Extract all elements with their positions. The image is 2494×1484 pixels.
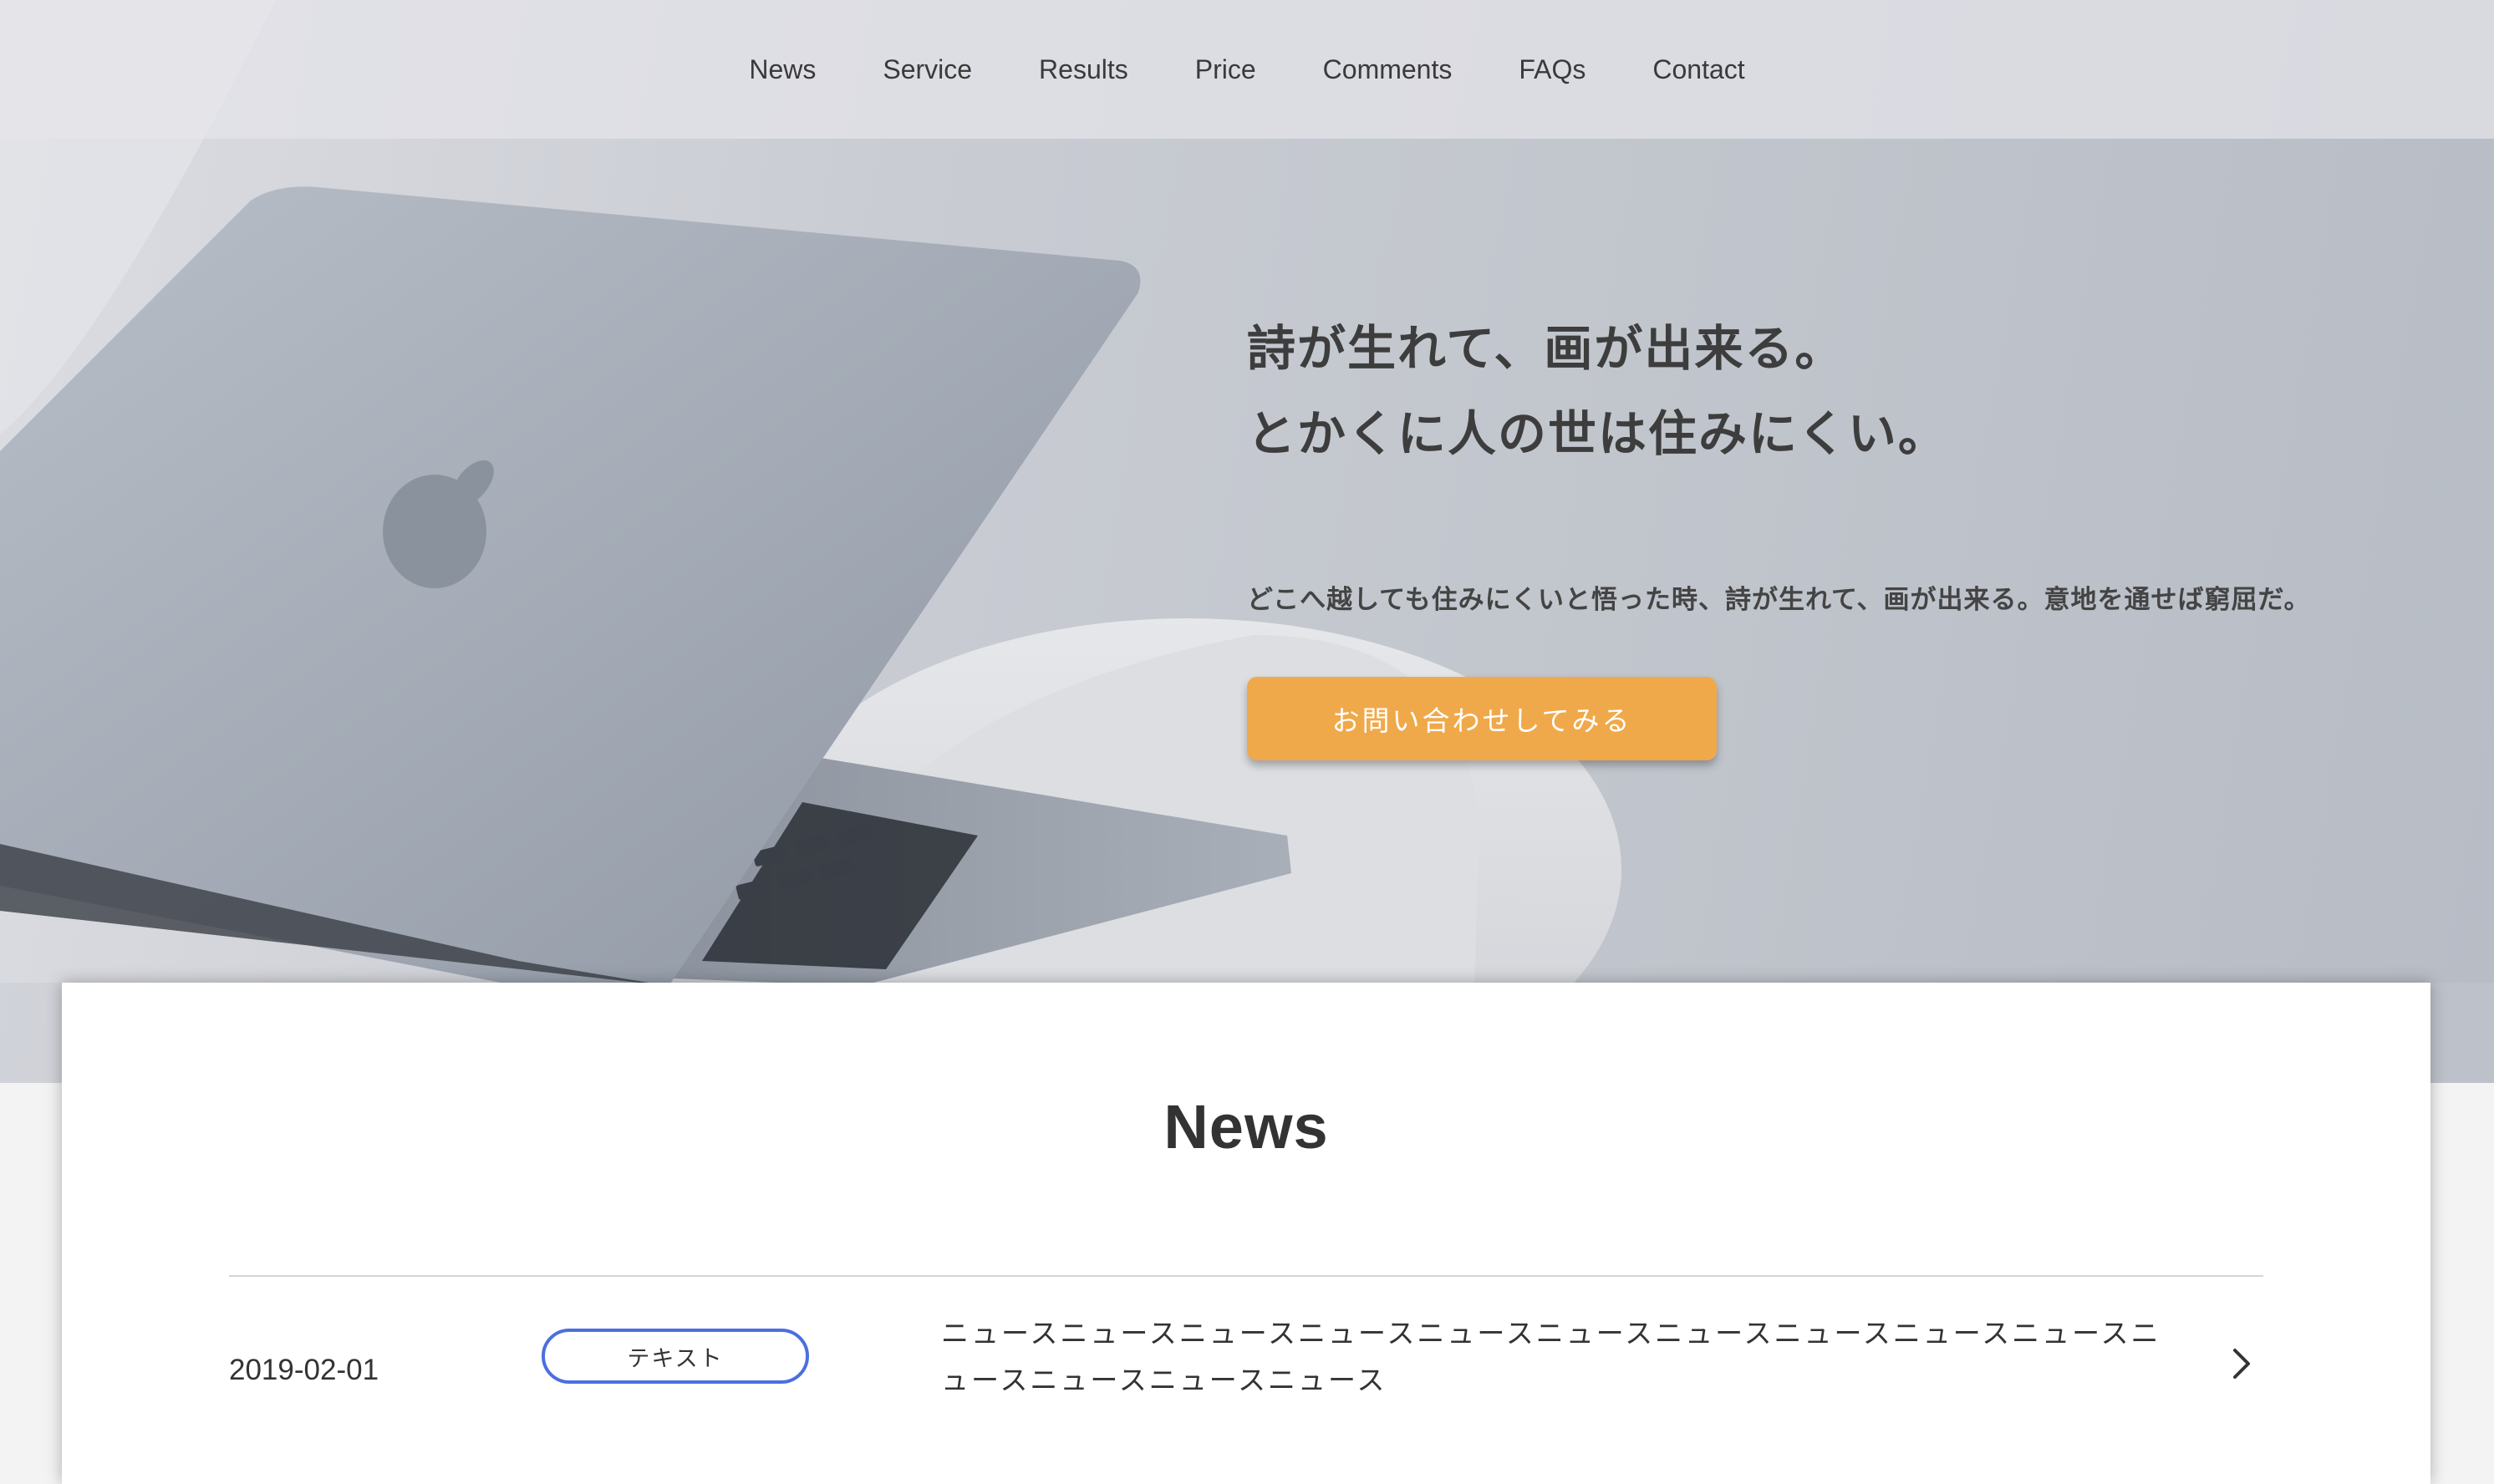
nav-item-price[interactable]: Price [1195, 54, 1256, 85]
nav-item-faqs[interactable]: FAQs [1519, 54, 1585, 85]
news-item[interactable]: 2019-02-01 テキスト ニュースニュースニュースニュースニュースニュース… [229, 1277, 2263, 1424]
nav-item-service[interactable]: Service [883, 54, 972, 85]
hero-title-line1: 詩が生れて、画が出来る。 [1247, 320, 1845, 377]
hero-lead: どこへ越しても住みにくいと悟った時、詩が生れて、画が出来る。意地を通せば窮屈だ。 [1247, 585, 2311, 615]
hero-title-line2: とかくに人の世は住みにくい。 [1247, 405, 1948, 462]
news-tag: テキスト [542, 1329, 809, 1384]
hero-title: 詩が生れて、画が出来る。 とかくに人の世は住みにくい。 [1247, 306, 2400, 476]
chevron-right-icon[interactable] [2223, 1345, 2260, 1382]
nav-item-news[interactable]: News [749, 54, 816, 85]
nav-item-contact[interactable]: Contact [1652, 54, 1744, 85]
news-heading: News [1163, 1092, 1329, 1161]
nav-item-comments[interactable]: Comments [1323, 54, 1453, 85]
news-date: 2019-02-01 [229, 1354, 379, 1386]
news-section: News 2019-02-01 テキスト ニュースニュースニュースニュースニュー… [62, 983, 2430, 1484]
nav-item-results[interactable]: Results [1039, 54, 1128, 85]
news-text: ニュースニュースニュースニュースニュースニュースニュースニュースニュースニュース… [941, 1317, 2161, 1396]
top-nav: News Service Results Price Comments FAQs… [0, 0, 2494, 139]
hero-section: News Service Results Price Comments FAQs… [0, 0, 2494, 1083]
contact-cta-button[interactable]: お問い合わせしてみる [1247, 677, 1717, 760]
hero-copy: 詩が生れて、画が出来る。 とかくに人の世は住みにくい。 どこへ越しても住みにくい… [1247, 306, 2400, 623]
